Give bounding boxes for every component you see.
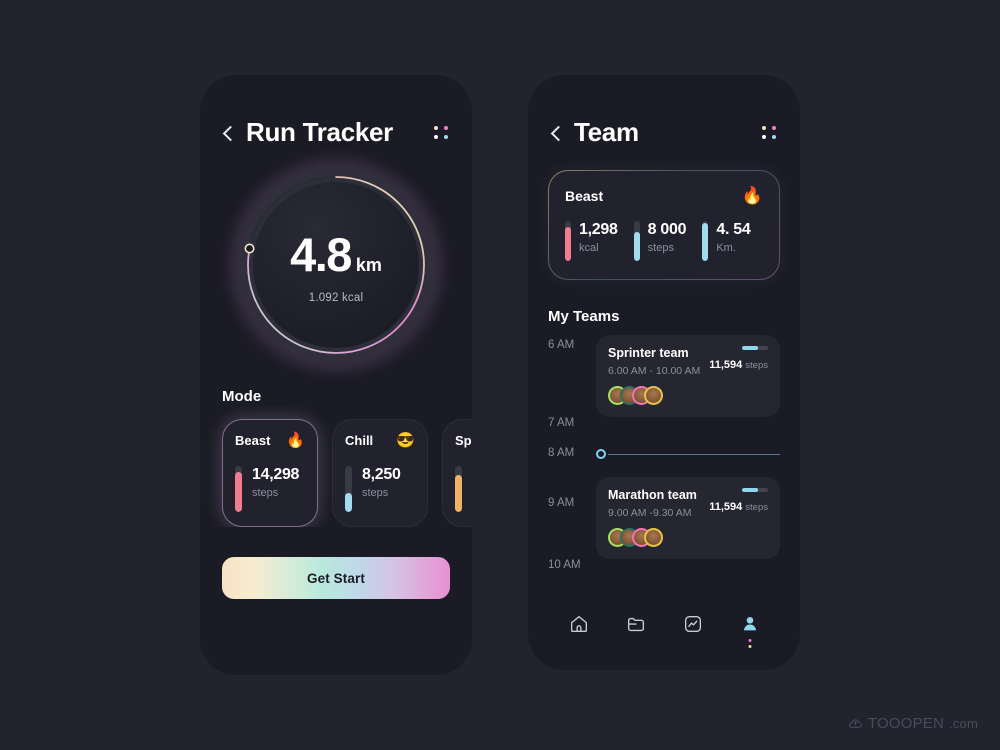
team-summary-name: Beast	[565, 187, 604, 204]
mode-card-metric: 14,298 steps	[235, 466, 305, 512]
team-card-name: Sprinter team	[608, 346, 689, 360]
current-time-indicator	[596, 443, 780, 465]
summary-stat-steps: 8 000 steps	[633, 221, 695, 261]
summary-stat-km: 4. 54 Km.	[702, 221, 763, 261]
mode-progress-bar	[345, 466, 352, 512]
screenshot-canvas: Run Tracker 4.8 km 1.092 kcal Mode Beast…	[0, 0, 1000, 750]
team-steps-value: 11,594	[709, 359, 743, 371]
now-marker-dot	[596, 449, 606, 459]
watermark: TOOOPEN .com	[848, 715, 978, 732]
timeline-time-label: 10 AM	[548, 559, 581, 571]
grid-dots-icon[interactable]	[760, 124, 778, 142]
folder-icon	[627, 617, 644, 632]
cloud-arrow-icon	[848, 719, 862, 728]
run-tracker-header: Run Tracker	[200, 75, 472, 148]
team-steps-unit: steps	[745, 502, 768, 513]
stat-unit: steps	[647, 242, 674, 254]
now-marker-line	[608, 453, 780, 455]
run-tracker-screen: Run Tracker 4.8 km 1.092 kcal Mode Beast…	[200, 75, 472, 675]
profile-icon	[743, 617, 756, 631]
team-steps-value: 11,594	[709, 501, 743, 513]
mode-card-unit: steps	[362, 487, 389, 499]
mode-card-name: Chill	[345, 433, 374, 448]
mode-section-label: Mode	[222, 388, 262, 405]
bottom-nav[interactable]	[528, 592, 800, 670]
mode-card-metric: 8,250 steps	[345, 466, 415, 512]
stat-unit: Km.	[716, 242, 736, 254]
mode-card-header: Chill 😎	[345, 433, 415, 448]
page-title: Run Tracker	[246, 117, 393, 147]
team-summary-stats: 1,298 kcal 8 000 steps 4. 54 Km.	[565, 221, 763, 261]
mode-progress-bar	[235, 466, 242, 512]
home-icon	[570, 615, 587, 633]
timeline-time-label: 8 AM	[548, 447, 575, 459]
nav-profile[interactable]	[737, 611, 763, 648]
team-card-steps: 11,594 steps	[703, 488, 768, 515]
team-steps-unit: steps	[745, 360, 768, 371]
ring-readout: 4.8 km 1.092 kcal	[241, 170, 431, 360]
mode-progress-bar	[455, 466, 462, 512]
team-summary-header: Beast 🔥	[565, 187, 763, 204]
get-start-button[interactable]: Get Start	[222, 557, 450, 599]
stats-icon	[684, 615, 701, 633]
mode-card-emoji: 😎	[396, 432, 415, 449]
watermark-suffix: .com	[949, 716, 978, 731]
timeline-row: 8 AM	[548, 443, 780, 465]
mode-card-metric	[455, 466, 472, 512]
chevron-left-icon[interactable]	[548, 125, 564, 141]
mode-card-sprint[interactable]: Sprint⚡	[442, 419, 472, 527]
mode-card-header: Beast 🔥	[235, 433, 305, 448]
mode-card-beast[interactable]: Beast 🔥 14,298 steps	[222, 419, 318, 527]
chevron-left-icon[interactable]	[220, 125, 236, 141]
mode-card-chill[interactable]: Chill 😎 8,250 steps	[332, 419, 428, 527]
timeline-time-label: 9 AM	[548, 497, 575, 509]
team-card-time: 6.00 AM - 10.00 AM	[608, 365, 701, 377]
team-progress-bar	[742, 488, 768, 492]
teams-timeline: 6 AM Sprinter team 6.00 AM - 10.00 AM 11,59…	[528, 335, 800, 571]
stat-value: 1,298	[579, 221, 618, 238]
mode-card-name: Beast	[235, 433, 271, 448]
timeline-row: 7 AM	[548, 391, 780, 429]
mode-card-emoji: 🔥	[286, 432, 305, 449]
timeline-time-label: 6 AM	[548, 339, 575, 351]
team-progress-bar	[742, 346, 768, 350]
mode-card-header: Sprint⚡	[455, 433, 472, 448]
fire-icon: 🔥	[741, 186, 763, 205]
watermark-name: TOOOPEN	[867, 715, 945, 732]
stat-progress-bar	[565, 221, 571, 261]
distance-value: 4.8	[290, 227, 352, 281]
stat-unit: kcal	[579, 242, 599, 254]
calories-readout: 1.092 kcal	[308, 291, 364, 304]
mode-card-list[interactable]: Beast 🔥 14,298 steps Chill 😎 8,250 steps Sprint⚡	[200, 405, 472, 527]
stat-value: 8 000	[647, 221, 687, 238]
nav-stats[interactable]	[680, 611, 706, 637]
nav-home[interactable]	[566, 611, 592, 637]
distance-unit: km	[355, 254, 382, 275]
timeline-slot	[596, 443, 780, 465]
grid-dots-icon[interactable]	[432, 124, 450, 142]
timeline-row: 10 AM	[548, 533, 780, 571]
timeline-time-label: 7 AM	[548, 417, 575, 429]
mode-card-value: 8,250	[362, 466, 401, 483]
stat-value: 4. 54	[716, 221, 751, 238]
stat-progress-bar	[633, 221, 640, 261]
team-card-name: Marathon team	[608, 488, 697, 502]
team-summary-card[interactable]: Beast 🔥 1,298 kcal 8 000 steps 4. 54 Km.	[548, 170, 780, 280]
team-card-time: 9.00 AM -9.30 AM	[608, 507, 692, 519]
summary-stat-kcal: 1,298 kcal	[565, 221, 626, 261]
mode-card-value: 14,298	[252, 466, 300, 483]
mode-card-name: Sprint	[455, 433, 472, 448]
nav-active-dots	[748, 639, 751, 648]
mode-card-unit: steps	[252, 487, 279, 499]
team-header: Team	[528, 75, 800, 148]
nav-folder[interactable]	[623, 611, 649, 637]
stat-progress-bar	[702, 221, 709, 261]
team-card-steps: 11,594 steps	[703, 346, 768, 373]
page-title: Team	[574, 117, 639, 147]
my-teams-label: My Teams	[548, 308, 620, 325]
distance-progress-ring: 4.8 km 1.092 kcal	[229, 158, 443, 372]
team-screen: Team Beast 🔥 1,298 kcal 8 000 steps 4. 54 Km.…	[528, 75, 800, 670]
